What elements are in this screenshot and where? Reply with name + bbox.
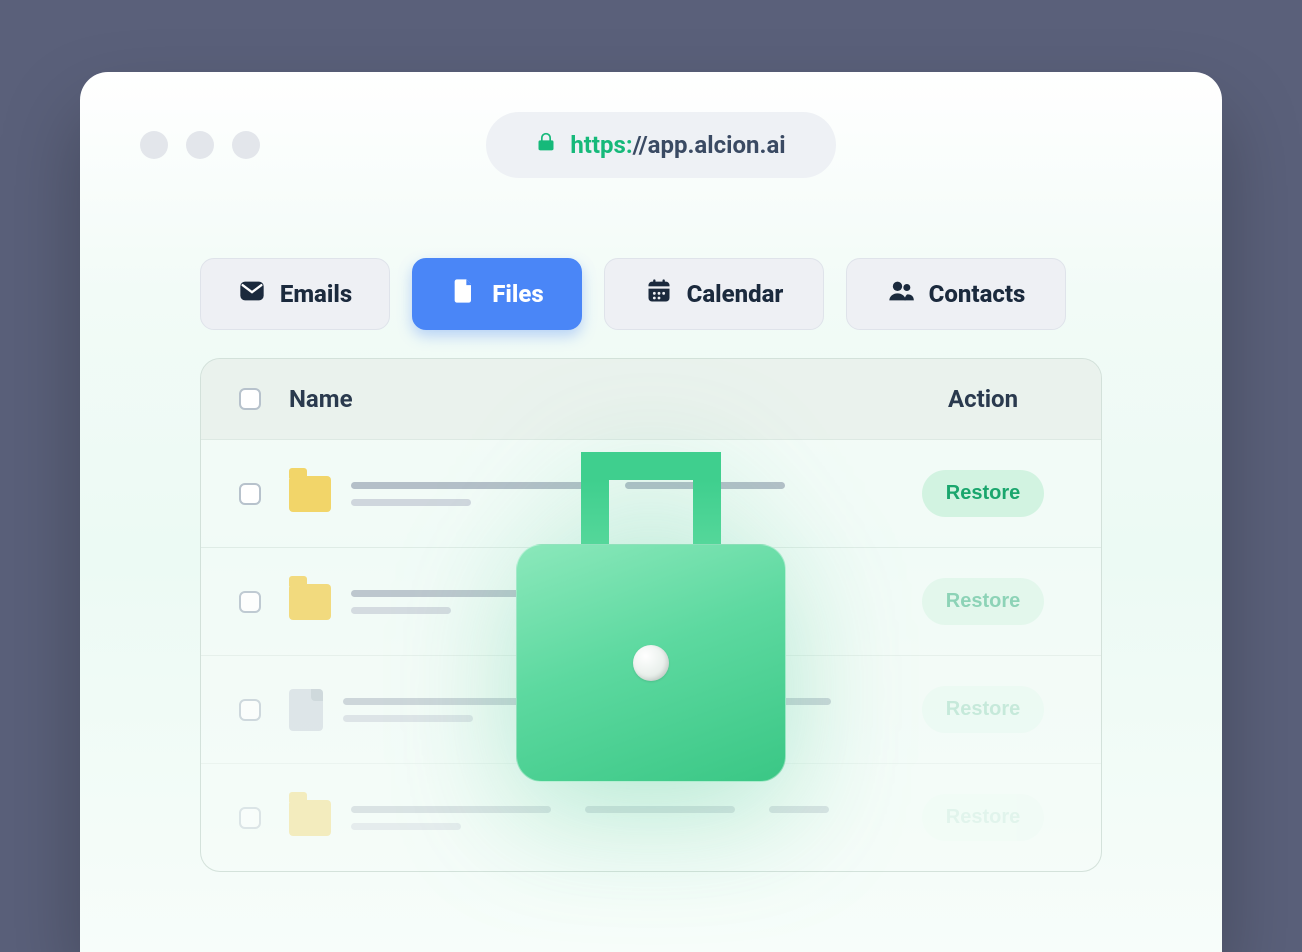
titlebar: https://app.alcion.ai (80, 72, 1222, 208)
row-checkbox[interactable] (239, 591, 261, 613)
folder-icon (289, 800, 331, 836)
calendar-icon (645, 277, 673, 311)
column-action: Action (903, 385, 1063, 413)
security-lock-illustration (516, 452, 786, 782)
folder-icon (289, 476, 331, 512)
address-protocol: https: (570, 131, 632, 159)
column-name: Name (289, 385, 903, 413)
file-icon (450, 277, 478, 311)
tab-files[interactable]: Files (412, 258, 582, 330)
tab-label: Emails (280, 280, 352, 308)
tab-label: Calendar (687, 280, 784, 308)
tab-label: Contacts (929, 280, 1026, 308)
folder-icon (289, 584, 331, 620)
restore-button[interactable]: Restore (922, 578, 1044, 625)
row-checkbox[interactable] (239, 483, 261, 505)
restore-button[interactable]: Restore (922, 794, 1044, 841)
window-controls (140, 131, 260, 159)
row-checkbox[interactable] (239, 807, 261, 829)
lock-icon (536, 130, 556, 160)
restore-button[interactable]: Restore (922, 686, 1044, 733)
tab-label: Files (492, 280, 543, 308)
filename-placeholder (351, 806, 903, 830)
address-host: //app.alcion.ai (633, 131, 786, 159)
window-dot[interactable] (140, 131, 168, 159)
tab-calendar[interactable]: Calendar (604, 258, 824, 330)
row-checkbox[interactable] (239, 699, 261, 721)
window-dot[interactable] (186, 131, 214, 159)
window-dot[interactable] (232, 131, 260, 159)
category-tabs: Emails Files Calendar Contacts (80, 208, 1222, 330)
file-icon (289, 689, 323, 731)
address-bar[interactable]: https://app.alcion.ai (486, 112, 835, 178)
app-window: https://app.alcion.ai Emails Files Calen… (80, 72, 1222, 952)
tab-emails[interactable]: Emails (200, 258, 390, 330)
select-all-checkbox[interactable] (239, 388, 261, 410)
tab-contacts[interactable]: Contacts (846, 258, 1066, 330)
mail-icon (238, 277, 266, 311)
table-header: Name Action (201, 359, 1101, 439)
contacts-icon (887, 277, 915, 311)
restore-button[interactable]: Restore (922, 470, 1044, 517)
